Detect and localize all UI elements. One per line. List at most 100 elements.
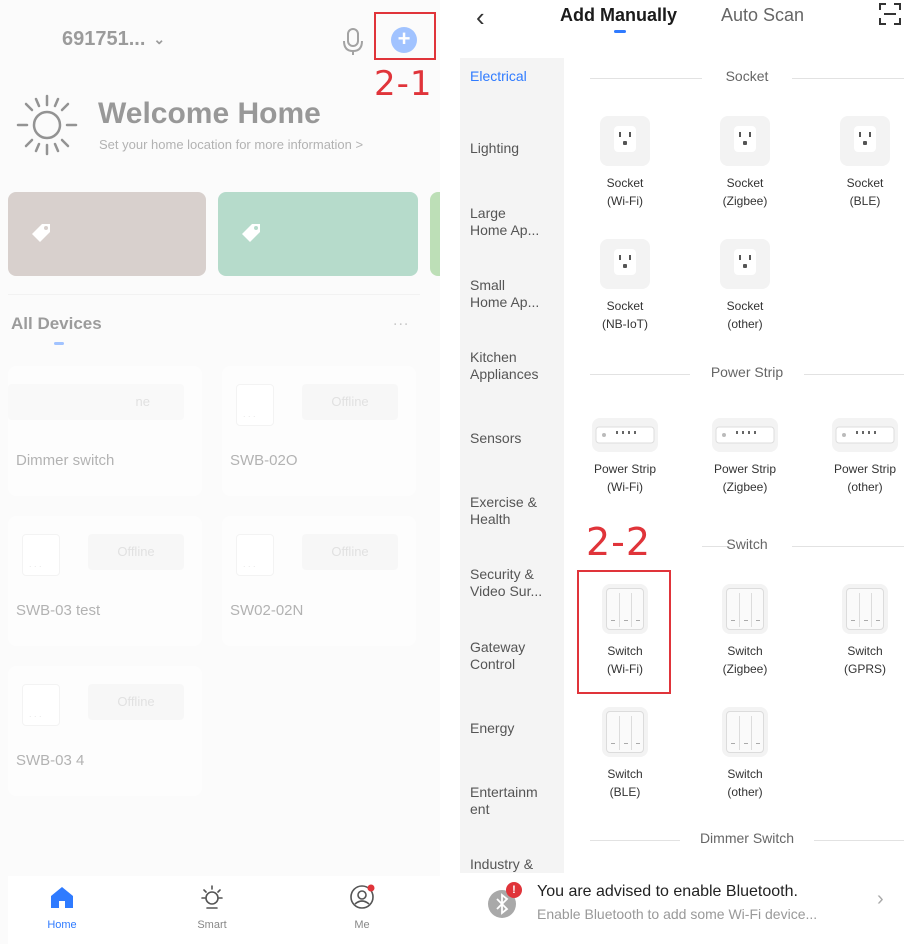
bluetooth-title: You are advised to enable Bluetooth. bbox=[537, 883, 798, 900]
product-socket-other[interactable]: Socket (other) bbox=[690, 239, 800, 333]
product-label: Socket (Zigbee) bbox=[722, 176, 768, 208]
nav-me[interactable]: Me bbox=[322, 884, 402, 931]
nav-smart[interactable]: Smart bbox=[172, 884, 252, 931]
tab-auto-scan[interactable]: Auto Scan bbox=[721, 5, 804, 26]
product-power-strip-wifi[interactable]: Power Strip (Wi-Fi) bbox=[570, 418, 680, 496]
home-icon bbox=[51, 887, 73, 908]
nav-home[interactable]: Home bbox=[22, 884, 102, 931]
home-screen: 691751... ⌄ + Welcome Home Set your home… bbox=[0, 0, 440, 944]
device-thumbnail bbox=[22, 534, 60, 576]
category-gateway-control[interactable]: Gateway Control bbox=[470, 639, 525, 673]
section-header: Power Strip bbox=[590, 364, 904, 384]
category-entertainment[interactable]: Entertainm ent bbox=[470, 784, 538, 818]
product-socket-nbiot[interactable]: Socket (NB-IoT) bbox=[570, 239, 680, 333]
highlight-box bbox=[374, 12, 436, 60]
category-large-home-appliances[interactable]: Large Home Ap... bbox=[470, 205, 539, 239]
product-label: Switch (Zigbee) bbox=[722, 644, 768, 676]
microphone-icon[interactable] bbox=[341, 27, 365, 57]
chevron-right-icon: › bbox=[877, 888, 884, 910]
switch-icon bbox=[842, 584, 888, 634]
bluetooth-banner[interactable]: ! You are advised to enable Bluetooth. E… bbox=[452, 882, 913, 944]
status-badge: Offline bbox=[302, 534, 398, 570]
device-thumbnail bbox=[236, 384, 274, 426]
socket-icon bbox=[720, 239, 770, 289]
more-options-icon[interactable]: ... bbox=[393, 312, 409, 330]
bottom-navigation: Home Smart Me bbox=[8, 876, 440, 944]
device-name: SW02-02N bbox=[230, 602, 304, 619]
section-title: Power Strip bbox=[710, 364, 784, 380]
tab-indicator bbox=[614, 30, 626, 33]
category-small-home-appliances[interactable]: Small Home Ap... bbox=[470, 277, 539, 311]
device-card[interactable]: Offline SWB-03 4 bbox=[8, 666, 202, 796]
add-device-screen: ‹ Add Manually Auto Scan Electrical Ligh… bbox=[452, 0, 913, 944]
product-switch-gprs[interactable]: Switch (GPRS) bbox=[810, 584, 913, 678]
device-name: SWB-02O bbox=[230, 452, 298, 469]
scene-card[interactable] bbox=[430, 192, 440, 276]
section-title: Dimmer Switch bbox=[699, 830, 795, 846]
scene-card[interactable] bbox=[218, 192, 418, 276]
category-industry[interactable]: Industry & bbox=[470, 856, 533, 873]
section-header: Socket bbox=[590, 68, 904, 88]
tab-indicator bbox=[54, 342, 64, 345]
socket-icon bbox=[600, 116, 650, 166]
tab-add-manually[interactable]: Add Manually bbox=[560, 5, 677, 26]
device-thumbnail bbox=[236, 534, 274, 576]
welcome-title: Welcome Home bbox=[98, 97, 321, 130]
nav-smart-label: Smart bbox=[197, 919, 227, 931]
scan-icon[interactable] bbox=[878, 2, 902, 26]
device-thumbnail bbox=[22, 684, 60, 726]
category-sensors[interactable]: Sensors bbox=[470, 430, 521, 447]
section-header: Dimmer Switch bbox=[590, 830, 904, 850]
category-exercise-health[interactable]: Exercise & Health bbox=[470, 494, 537, 528]
device-card[interactable]: Offline SWB-02O bbox=[222, 366, 416, 496]
annotation-label: 2-1 bbox=[374, 64, 433, 104]
scene-card[interactable] bbox=[8, 192, 206, 276]
product-label: Switch (other) bbox=[727, 767, 763, 799]
product-power-strip-other[interactable]: Power Strip (other) bbox=[810, 418, 913, 496]
status-badge: ne bbox=[8, 384, 184, 420]
nav-home-label: Home bbox=[47, 919, 77, 931]
socket-icon bbox=[720, 116, 770, 166]
product-switch-zigbee[interactable]: Switch (Zigbee) bbox=[690, 584, 800, 678]
product-socket-ble[interactable]: Socket (BLE) bbox=[810, 116, 913, 210]
tag-icon bbox=[32, 224, 50, 242]
power-strip-icon bbox=[832, 418, 898, 452]
category-kitchen-appliances[interactable]: Kitchen Appliances bbox=[470, 349, 539, 383]
section-title: Socket bbox=[725, 68, 769, 84]
alert-badge: ! bbox=[506, 882, 522, 898]
status-badge: Offline bbox=[88, 534, 184, 570]
product-power-strip-zigbee[interactable]: Power Strip (Zigbee) bbox=[690, 418, 800, 496]
product-label: Switch (BLE) bbox=[607, 767, 643, 799]
home-name: 691751... bbox=[62, 28, 146, 50]
divider bbox=[8, 294, 420, 295]
product-switch-other[interactable]: Switch (other) bbox=[690, 707, 800, 801]
power-strip-icon bbox=[592, 418, 658, 452]
device-card[interactable]: Offline SWB-03 test bbox=[8, 516, 202, 646]
product-switch-ble[interactable]: Switch (BLE) bbox=[570, 707, 680, 801]
device-card[interactable]: ne Dimmer switch bbox=[8, 366, 202, 496]
socket-icon bbox=[600, 239, 650, 289]
category-electrical[interactable]: Electrical bbox=[470, 68, 527, 85]
chevron-down-icon: ⌄ bbox=[153, 31, 166, 47]
product-socket-wifi[interactable]: Socket (Wi-Fi) bbox=[570, 116, 680, 210]
home-selector[interactable]: 691751... ⌄ bbox=[62, 28, 165, 51]
category-security-video[interactable]: Security & Video Sur... bbox=[470, 566, 542, 600]
product-label: Power Strip (Wi-Fi) bbox=[593, 462, 657, 494]
category-lighting[interactable]: Lighting bbox=[470, 140, 519, 157]
all-devices-tab[interactable]: All Devices bbox=[11, 314, 102, 334]
switch-icon bbox=[722, 584, 768, 634]
product-label: Power Strip (other) bbox=[833, 462, 897, 494]
product-label: Power Strip (Zigbee) bbox=[713, 462, 777, 494]
switch-icon bbox=[722, 707, 768, 757]
device-name: SWB-03 4 bbox=[16, 752, 85, 769]
product-socket-zigbee[interactable]: Socket (Zigbee) bbox=[690, 116, 800, 210]
power-strip-icon bbox=[712, 418, 778, 452]
back-button[interactable]: ‹ bbox=[476, 2, 485, 33]
product-label: Socket (NB-IoT) bbox=[602, 299, 648, 331]
category-energy[interactable]: Energy bbox=[470, 720, 514, 737]
device-card[interactable]: Offline SW02-02N bbox=[222, 516, 416, 646]
product-label: Socket (other) bbox=[726, 299, 764, 331]
annotation-label: 2-2 bbox=[586, 520, 652, 564]
home-location-link[interactable]: Set your home location for more informat… bbox=[99, 137, 363, 152]
product-label: Socket (BLE) bbox=[846, 176, 884, 208]
